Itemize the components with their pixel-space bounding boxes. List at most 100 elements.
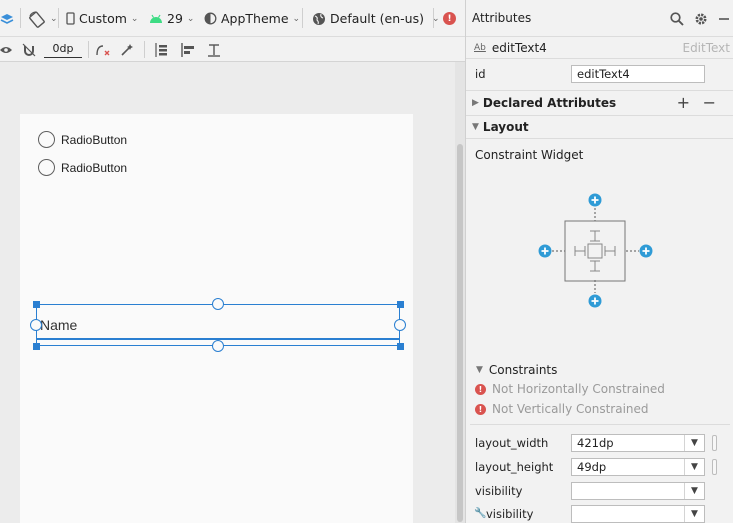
add-icon[interactable]: +: [677, 93, 690, 112]
id-label: id: [475, 67, 486, 81]
chevron-down-icon: ⌄: [292, 13, 301, 24]
warning-horizontal: ! Not Horizontally Constrained: [475, 382, 665, 396]
triangle-down-icon: ▼: [472, 122, 479, 132]
constraint-toolbar: 0dp: [0, 37, 465, 62]
api-level-selector[interactable]: 29 ⌄: [149, 0, 194, 37]
api-level-label: 29: [167, 11, 183, 26]
clear-constraints-button[interactable]: [95, 37, 111, 62]
toolbar-divider: [58, 8, 59, 28]
infer-constraints-button[interactable]: [120, 37, 134, 62]
magic-wand-icon: [121, 43, 133, 56]
resize-handle-top-left[interactable]: [33, 301, 40, 308]
visibility-combo[interactable]: ▼: [571, 482, 705, 500]
warning-text: Not Vertically Constrained: [492, 402, 649, 416]
device-screen[interactable]: RadioButton RadioButton Name: [20, 114, 413, 523]
dropdown-arrow-icon[interactable]: ▼: [684, 459, 704, 475]
rotate-icon: [29, 10, 45, 28]
orientation-button[interactable]: ⌄: [28, 0, 58, 37]
attribute-label: visibility: [486, 506, 534, 521]
globe-icon: [313, 12, 325, 25]
resize-handle-top-right[interactable]: [397, 301, 404, 308]
constraint-widget-label: Constraint Widget: [475, 148, 584, 162]
layout-title: Layout: [482, 120, 529, 134]
pack-button[interactable]: [153, 37, 169, 62]
attributes-panel: Attributes Ab editText4 EditText id edit…: [465, 0, 733, 523]
add-top-constraint-icon[interactable]: [588, 193, 602, 207]
attribute-row-layout-width: layout_width 421dp ▼: [466, 432, 733, 454]
layout-section[interactable]: ▼ Layout: [466, 115, 733, 139]
tools-visibility-combo[interactable]: ▼: [571, 504, 705, 523]
dropdown-arrow-icon[interactable]: ▼: [684, 435, 704, 451]
scrollbar-thumb[interactable]: [457, 144, 463, 522]
resource-picker-button[interactable]: [712, 459, 717, 475]
declared-attributes-title: Declared Attributes: [482, 95, 617, 110]
constraint-anchor-right[interactable]: [394, 319, 406, 331]
chevron-down-icon: ⌄: [50, 13, 58, 24]
remove-icon[interactable]: −: [703, 93, 716, 112]
attribute-label: layout_height: [475, 460, 554, 474]
constraint-widget-label-row: Constraint Widget: [466, 145, 733, 165]
layout-width-combo[interactable]: 421dp ▼: [571, 434, 705, 452]
attribute-label: layout_width: [475, 436, 549, 450]
chevron-down-icon: ⌄: [186, 13, 195, 24]
constraints-subsection[interactable]: ▼ Constraints: [466, 361, 733, 379]
add-left-constraint-icon[interactable]: [538, 244, 552, 258]
constraint-anchor-top[interactable]: [212, 298, 224, 310]
device-selector[interactable]: Custom ⌄: [66, 0, 138, 37]
dropdown-arrow-icon[interactable]: ▼: [684, 505, 704, 522]
locale-label: Default (en-us): [330, 11, 424, 26]
layout-editor: ⌄ Custom ⌄ 29 ⌄ AppTheme ⌄ Default (en-u…: [0, 0, 465, 523]
render-error-button[interactable]: !: [443, 0, 456, 37]
gear-icon[interactable]: [694, 12, 708, 26]
radio-label: RadioButton: [61, 160, 128, 175]
theme-selector[interactable]: AppTheme ⌄: [204, 0, 300, 37]
resize-handle-bottom-right[interactable]: [397, 343, 404, 350]
add-right-constraint-icon[interactable]: [639, 244, 653, 258]
attribute-label: visibility: [475, 484, 523, 498]
component-id: editText4: [491, 40, 547, 55]
minimize-icon[interactable]: [718, 13, 730, 25]
toolbar-divider: [88, 41, 89, 58]
clear-constraints-icon: [96, 44, 110, 55]
phone-icon: [66, 12, 75, 25]
align-left-icon: [181, 42, 194, 57]
radio-circle-icon: [38, 159, 55, 176]
resource-picker-button[interactable]: [712, 435, 717, 451]
radio-button[interactable]: RadioButton: [38, 159, 127, 176]
attribute-row-tools-visibility: 🔧 visibility ▼: [466, 504, 733, 523]
guidelines-button[interactable]: [207, 37, 221, 62]
id-input[interactable]: editText4: [571, 65, 705, 83]
guideline-icon: [208, 43, 220, 57]
pack-icon: [155, 42, 167, 57]
id-row: id editText4: [466, 59, 733, 89]
resize-handle-bottom-left[interactable]: [33, 343, 40, 350]
default-margin-selector[interactable]: 0dp: [44, 40, 82, 58]
design-surface-button[interactable]: [0, 0, 14, 37]
dropdown-arrow-icon[interactable]: ▼: [684, 483, 704, 499]
theme-label: AppTheme: [221, 11, 289, 26]
attribute-row-visibility: visibility ▼: [466, 480, 733, 502]
radio-button[interactable]: RadioButton: [38, 131, 127, 148]
default-margin-value: 0dp: [52, 42, 74, 55]
layout-height-combo[interactable]: 49dp ▼: [571, 458, 705, 476]
attribute-value: 421dp: [577, 436, 614, 450]
edit-text-hint: Name: [40, 317, 78, 333]
align-button[interactable]: [180, 37, 196, 62]
design-toolbar: ⌄ Custom ⌄ 29 ⌄ AppTheme ⌄ Default (en-u…: [0, 0, 465, 37]
declared-attributes-section[interactable]: ▶ Declared Attributes + −: [466, 90, 733, 114]
device-label: Custom: [79, 11, 127, 26]
locale-selector[interactable]: Default (en-us) ⌄: [312, 0, 440, 37]
autoconnect-toggle[interactable]: [22, 37, 36, 62]
constraint-anchor-left[interactable]: [30, 319, 42, 331]
toolbar-divider: [302, 8, 303, 28]
search-icon[interactable]: [670, 11, 684, 26]
canvas-vertical-scrollbar[interactable]: [455, 62, 465, 523]
constraints-title: Constraints: [488, 363, 558, 377]
error-icon: !: [475, 383, 486, 395]
android-icon: [150, 14, 162, 23]
constraint-anchor-bottom[interactable]: [212, 340, 224, 352]
add-bottom-constraint-icon[interactable]: [588, 294, 602, 308]
divider: [470, 424, 730, 425]
toolbar-divider: [20, 8, 21, 28]
view-options-button[interactable]: [0, 37, 12, 62]
